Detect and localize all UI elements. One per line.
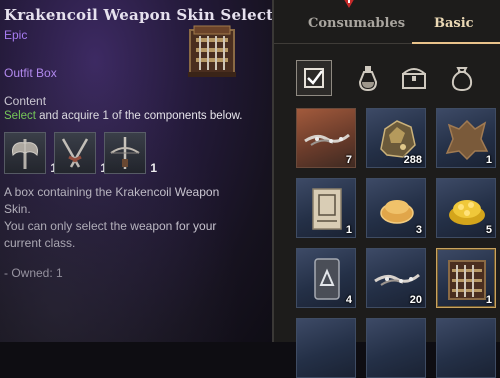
inventory-slot[interactable]: 5	[436, 178, 496, 238]
item-count: 1	[485, 154, 492, 166]
component-list: 1 1 1	[4, 132, 157, 175]
item-tooltip: Krakencoil Weapon Skin Selection B Epic …	[0, 0, 272, 342]
component-axe[interactable]: 1	[4, 132, 57, 175]
inventory-slot[interactable]	[366, 318, 426, 378]
filter-potion-button[interactable]	[350, 60, 386, 96]
item-count: 1	[345, 224, 352, 236]
filter-chest-button[interactable]	[396, 60, 432, 96]
item-count: 1	[485, 294, 492, 306]
item-count: 3	[415, 224, 422, 236]
crossed-swords-icon	[61, 138, 89, 168]
tab-basic[interactable]: Basic	[434, 16, 474, 31]
panel-divider	[272, 0, 274, 342]
content-label: Content	[4, 94, 47, 108]
filter-all-button[interactable]	[296, 60, 332, 96]
active-tab-indicator	[412, 42, 500, 44]
item-count: 20	[409, 294, 422, 306]
description-line: current class.	[4, 236, 76, 250]
weapon-rack-icon	[184, 20, 240, 80]
alert-icon	[344, 0, 354, 8]
owned-count: - Owned: 1	[4, 266, 63, 280]
inventory-slot[interactable]: 1	[436, 108, 496, 168]
chest-icon	[402, 68, 426, 89]
description-line: A box containing the Krakencoil Weapon	[4, 185, 220, 199]
filter-pouch-button[interactable]	[444, 60, 480, 96]
component-crossbow[interactable]: 1	[104, 132, 157, 175]
inventory-slot[interactable]: 1	[296, 178, 356, 238]
inventory-slot[interactable]	[296, 318, 356, 378]
inventory-slot[interactable]	[436, 318, 496, 378]
inventory-slot[interactable]: 4	[296, 248, 356, 308]
description-line: You can only select the weapon for your	[4, 219, 217, 233]
item-count: 4	[345, 294, 352, 306]
pouch-icon	[451, 67, 473, 92]
component-count: 1	[150, 161, 157, 175]
tab-consumables[interactable]: Consumables	[308, 16, 405, 31]
inventory-slot[interactable]: 3	[366, 178, 426, 238]
item-count: 5	[485, 224, 492, 236]
description-line: Skin.	[4, 202, 31, 216]
item-type: Outfit Box	[4, 66, 57, 80]
item-count: 7	[345, 154, 352, 166]
inventory-slot[interactable]: 7	[296, 108, 356, 168]
item-description: A box containing the Krakencoil Weapon S…	[4, 184, 264, 252]
item-rarity: Epic	[4, 28, 28, 42]
potion-icon	[358, 66, 378, 92]
inventory-slot[interactable]: 288	[366, 108, 426, 168]
inventory-slot[interactable]: 20	[366, 248, 426, 308]
component-dual-swords[interactable]: 1	[54, 132, 107, 175]
checkbox-icon	[304, 68, 324, 88]
item-count: 288	[403, 154, 422, 166]
inventory-slot-selected[interactable]: 1	[436, 248, 496, 308]
select-rest: and acquire 1 of the components below.	[35, 110, 243, 122]
select-instruction: Select and acquire 1 of the components b…	[4, 110, 242, 122]
axe-icon	[12, 139, 38, 169]
crossbow-icon	[110, 137, 140, 169]
select-highlight: Select	[4, 110, 36, 122]
